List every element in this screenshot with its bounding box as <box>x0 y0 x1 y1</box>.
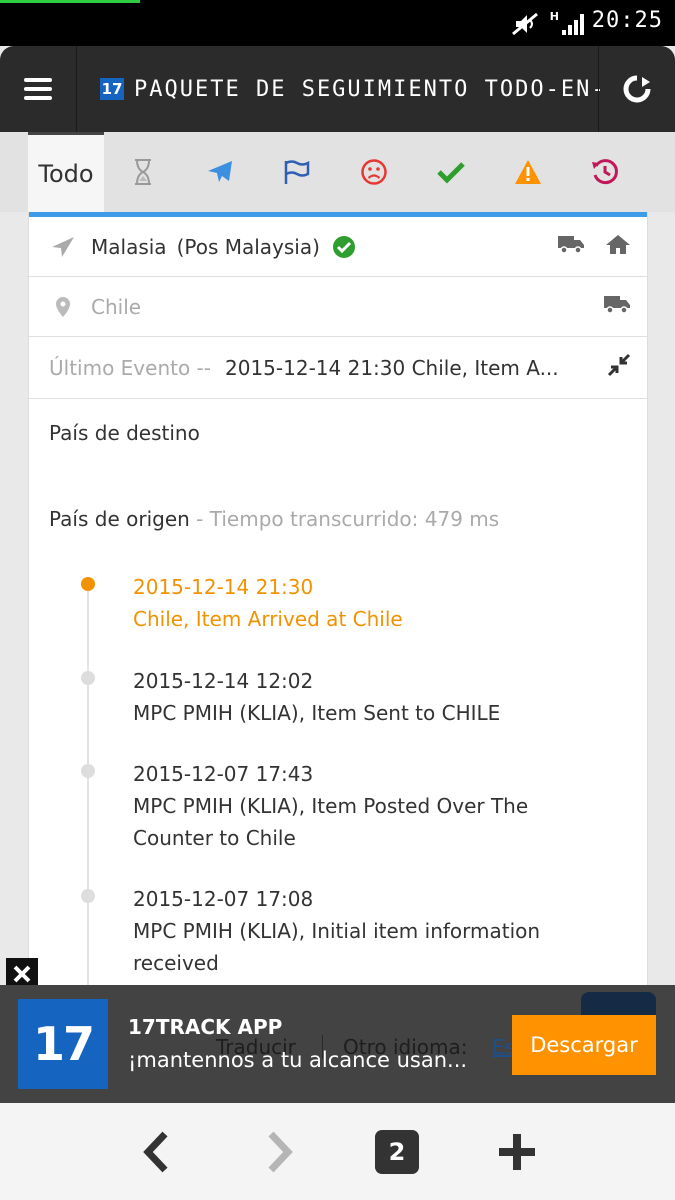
timeline-dot <box>81 889 95 903</box>
status-icons: H <box>510 10 587 38</box>
banner-app-name: 17TRACK APP <box>128 1015 283 1039</box>
origin-country: Malasia <box>91 234 167 259</box>
tab-undelivered[interactable] <box>335 132 412 212</box>
elapsed-time: - Tiempo transcurrido: 479 ms <box>196 507 500 531</box>
home-icon[interactable] <box>605 233 631 260</box>
app-promo-banner: Traducir Otro idioma: Es 17 17TRACK APP … <box>0 985 675 1103</box>
tabs-button[interactable]: 2 <box>374 1127 420 1177</box>
origin-row[interactable]: Malasia (Pos Malaysia) <box>29 217 647 277</box>
event-date: 2015-12-14 12:02 <box>133 669 314 693</box>
progress-indicator <box>0 0 140 3</box>
tab-pending[interactable] <box>104 132 181 212</box>
tab-delivered[interactable] <box>412 132 489 212</box>
last-event-label: Último Evento -- <box>49 355 211 380</box>
timeline-event: 2015-12-14 21:30 Chile, Item Arrived at … <box>49 571 647 635</box>
destination-country: Chile <box>91 294 142 319</box>
app-header: 17 PAQUETE DE SEGUIMIENTO TODO-EN-UN <box>0 46 675 132</box>
tab-all-label: Todo <box>38 159 94 188</box>
origin-country-label: País de origen <box>49 507 190 531</box>
event-date: 2015-12-14 21:30 <box>133 575 314 599</box>
tab-alert[interactable] <box>489 132 566 212</box>
location-pin-icon <box>49 296 77 318</box>
back-arrow-icon <box>143 1131 168 1173</box>
tab-count: 2 <box>375 1130 419 1174</box>
tracking-card: Malasia (Pos Malaysia) Chile Último Even… <box>28 212 648 1001</box>
refresh-icon <box>623 75 651 103</box>
event-description: MPC PMIH (KLIA), Item Sent to CHILE <box>133 701 501 725</box>
banner-logo: 17 <box>18 999 108 1089</box>
destination-country-section: País de destino <box>49 421 200 445</box>
close-icon <box>13 965 31 983</box>
menu-button[interactable] <box>0 46 77 132</box>
event-description: MPC PMIH (KLIA), Item Posted Over The Co… <box>133 794 529 850</box>
hamburger-icon <box>24 73 52 105</box>
sad-face-icon <box>360 159 387 185</box>
event-date: 2015-12-07 17:08 <box>133 887 314 911</box>
status-tabs: Todo <box>0 132 675 212</box>
forward-button[interactable] <box>256 1127 304 1177</box>
airplane-icon <box>207 161 232 182</box>
check-icon <box>436 162 465 184</box>
timeline-dot <box>81 577 95 591</box>
last-event-row[interactable]: Último Evento -- 2015-12-14 21:30 Chile,… <box>29 337 647 399</box>
truck-icon[interactable] <box>557 233 585 260</box>
truck-icon[interactable] <box>603 293 631 320</box>
download-button[interactable]: Descargar <box>512 1015 656 1075</box>
last-event-value: 2015-12-14 21:30 Chile, Item A... <box>225 355 559 380</box>
timeline-event: 2015-12-07 17:08 MPC PMIH (KLIA), Initia… <box>49 883 647 979</box>
send-icon <box>49 235 77 259</box>
network-type: H <box>549 10 559 23</box>
timeline-dot <box>81 671 95 685</box>
status-bar: H 20:25 <box>0 0 675 46</box>
new-tab-button[interactable] <box>494 1127 540 1177</box>
event-timeline: 2015-12-14 21:30 Chile, Item Arrived at … <box>49 571 647 1001</box>
muted-icon <box>511 12 538 36</box>
flag-icon <box>284 160 309 184</box>
clock: 20:25 <box>591 8 663 33</box>
tab-expired[interactable] <box>566 132 643 212</box>
hourglass-icon <box>134 159 151 185</box>
verified-icon <box>332 235 356 259</box>
origin-country-section: País de origen - Tiempo transcurrido: 47… <box>29 507 647 531</box>
refresh-button[interactable] <box>598 46 675 132</box>
event-description: MPC PMIH (KLIA), Initial item informatio… <box>133 919 541 975</box>
tab-pickup[interactable] <box>258 132 335 212</box>
history-icon <box>591 159 618 185</box>
header-title: 17 PAQUETE DE SEGUIMIENTO TODO-EN-UN <box>100 46 600 132</box>
browser-bottom-bar: 2 <box>0 1103 675 1200</box>
timeline-dot <box>81 764 95 778</box>
event-date: 2015-12-07 17:43 <box>133 762 314 786</box>
tab-all[interactable]: Todo <box>28 132 104 212</box>
banner-tagline: ¡mantennos a tu alcance usan... <box>128 1048 468 1072</box>
timeline-event: 2015-12-07 17:43 MPC PMIH (KLIA), Item P… <box>49 758 647 854</box>
event-description: Chile, Item Arrived at Chile <box>133 607 403 631</box>
collapse-icon[interactable] <box>607 353 631 382</box>
signal-icon <box>562 14 584 35</box>
app-logo: 17 <box>100 78 124 100</box>
forward-arrow-icon <box>268 1131 293 1173</box>
destination-row[interactable]: Chile <box>29 277 647 337</box>
warning-icon <box>514 160 541 184</box>
timeline-event: 2015-12-14 12:02 MPC PMIH (KLIA), Item S… <box>49 665 647 729</box>
app-title: PAQUETE DE SEGUIMIENTO TODO-EN-UN <box>134 76 600 102</box>
tab-in-transit[interactable] <box>181 132 258 212</box>
carrier-name: (Pos Malaysia) <box>176 234 320 259</box>
plus-icon <box>499 1134 535 1170</box>
back-button[interactable] <box>132 1127 180 1177</box>
